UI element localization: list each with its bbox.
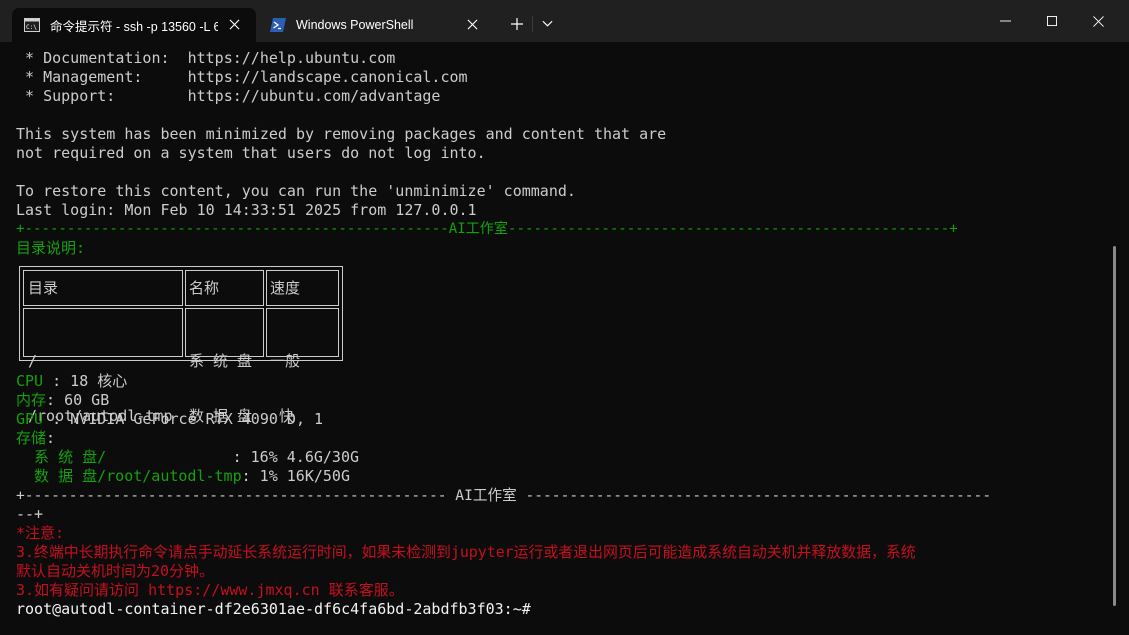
motd-line: * Management: https://landscape.canonica… — [16, 68, 468, 86]
table-header-cell: 目录 — [23, 270, 183, 306]
tab-label: Windows PowerShell — [296, 18, 414, 32]
new-tab-button[interactable] — [506, 13, 528, 35]
notice-line: 3.如有疑问请访问 https://www.jmxq.cn 联系客服。 — [16, 581, 404, 599]
title-bar: C:\ 命令提示符 - ssh -p 13560 -L 6 Windows Po… — [0, 0, 1129, 42]
storage-line: 存储: — [16, 429, 56, 447]
close-window-button[interactable] — [1075, 0, 1121, 42]
maximize-icon — [1047, 16, 1057, 26]
notice-line: 默认自动关机时间为20分钟。 — [16, 562, 215, 580]
shell-prompt[interactable]: root@autodl-container-df2e6301ae-df6c4fa… — [16, 600, 531, 619]
close-tab-icon[interactable] — [226, 16, 242, 32]
close-icon — [1092, 15, 1104, 27]
notice-title: *注意: — [16, 524, 65, 542]
table-cell-path: / /root/autodl-tmp — [23, 308, 183, 425]
table-cell-speed: 一般 快 — [266, 308, 339, 425]
scrollbar-thumb[interactable] — [1113, 246, 1116, 606]
motd-line: * Support: https://ubuntu.com/advantage — [16, 87, 441, 105]
memory-line: 内存: 60 GB — [16, 391, 110, 409]
dir-heading: 目录说明: — [16, 239, 86, 257]
maximize-button[interactable] — [1029, 0, 1075, 42]
directory-table: 目录 名称 速度 / /root/autodl-tmp 系 统 盘 数 据 盘 … — [19, 266, 343, 425]
tab-label: 命令提示符 - ssh -p 13560 -L 6 — [50, 19, 218, 34]
minimize-icon — [999, 20, 1011, 22]
cmd-icon: C:\ — [24, 18, 40, 32]
terminal-output[interactable]: * Documentation: https://help.ubuntu.com… — [16, 49, 1111, 629]
terminal-window: C:\ 命令提示符 - ssh -p 13560 -L 6 Windows Po… — [0, 0, 1129, 635]
plus-icon — [511, 18, 523, 30]
table-header-cell: 名称 — [185, 270, 264, 306]
minimize-button[interactable] — [982, 0, 1028, 42]
gpu-line: GPU : NVIDIA GeForce RTX 4090 D, 1 — [16, 410, 324, 428]
tab-powershell[interactable]: Windows PowerShell — [258, 8, 494, 42]
motd-line: * Documentation: https://help.ubuntu.com — [16, 49, 396, 67]
cpu-line: CPU : 18 核心 — [16, 372, 128, 390]
close-tab-icon[interactable] — [464, 16, 480, 32]
system-disk-line: 系 统 盘/ : 16% 4.6G/30G — [16, 448, 360, 466]
banner-bottom: +---------------------------------------… — [16, 487, 992, 504]
tab-command-prompt[interactable]: C:\ 命令提示符 - ssh -p 13560 -L 6 — [12, 8, 256, 42]
table-header-cell: 速度 — [266, 270, 339, 306]
table-cell-name: 系 统 盘 数 据 盘 — [185, 308, 264, 425]
svg-text:C:\: C:\ — [26, 24, 37, 31]
tab-divider — [532, 16, 533, 32]
banner-bottom-continuation: --+ — [16, 505, 44, 523]
motd-line: This system has been minimized by removi… — [16, 125, 667, 143]
data-disk-line: 数 据 盘/root/autodl-tmp: 1% 16K/50G — [16, 467, 350, 485]
powershell-icon — [270, 18, 286, 32]
profile-dropdown-button[interactable] — [536, 13, 558, 35]
last-login-line: Last login: Mon Feb 10 14:33:51 2025 fro… — [16, 201, 477, 219]
chevron-down-icon — [541, 20, 553, 27]
motd-line: To restore this content, you can run the… — [16, 182, 576, 200]
banner-top: +---------------------------------------… — [16, 221, 958, 237]
motd-line: not required on a system that users do n… — [16, 144, 486, 162]
notice-line: 3.终端中长期执行命令请点手动延长系统运行时间，如果未检测到jupyter运行或… — [16, 543, 916, 561]
